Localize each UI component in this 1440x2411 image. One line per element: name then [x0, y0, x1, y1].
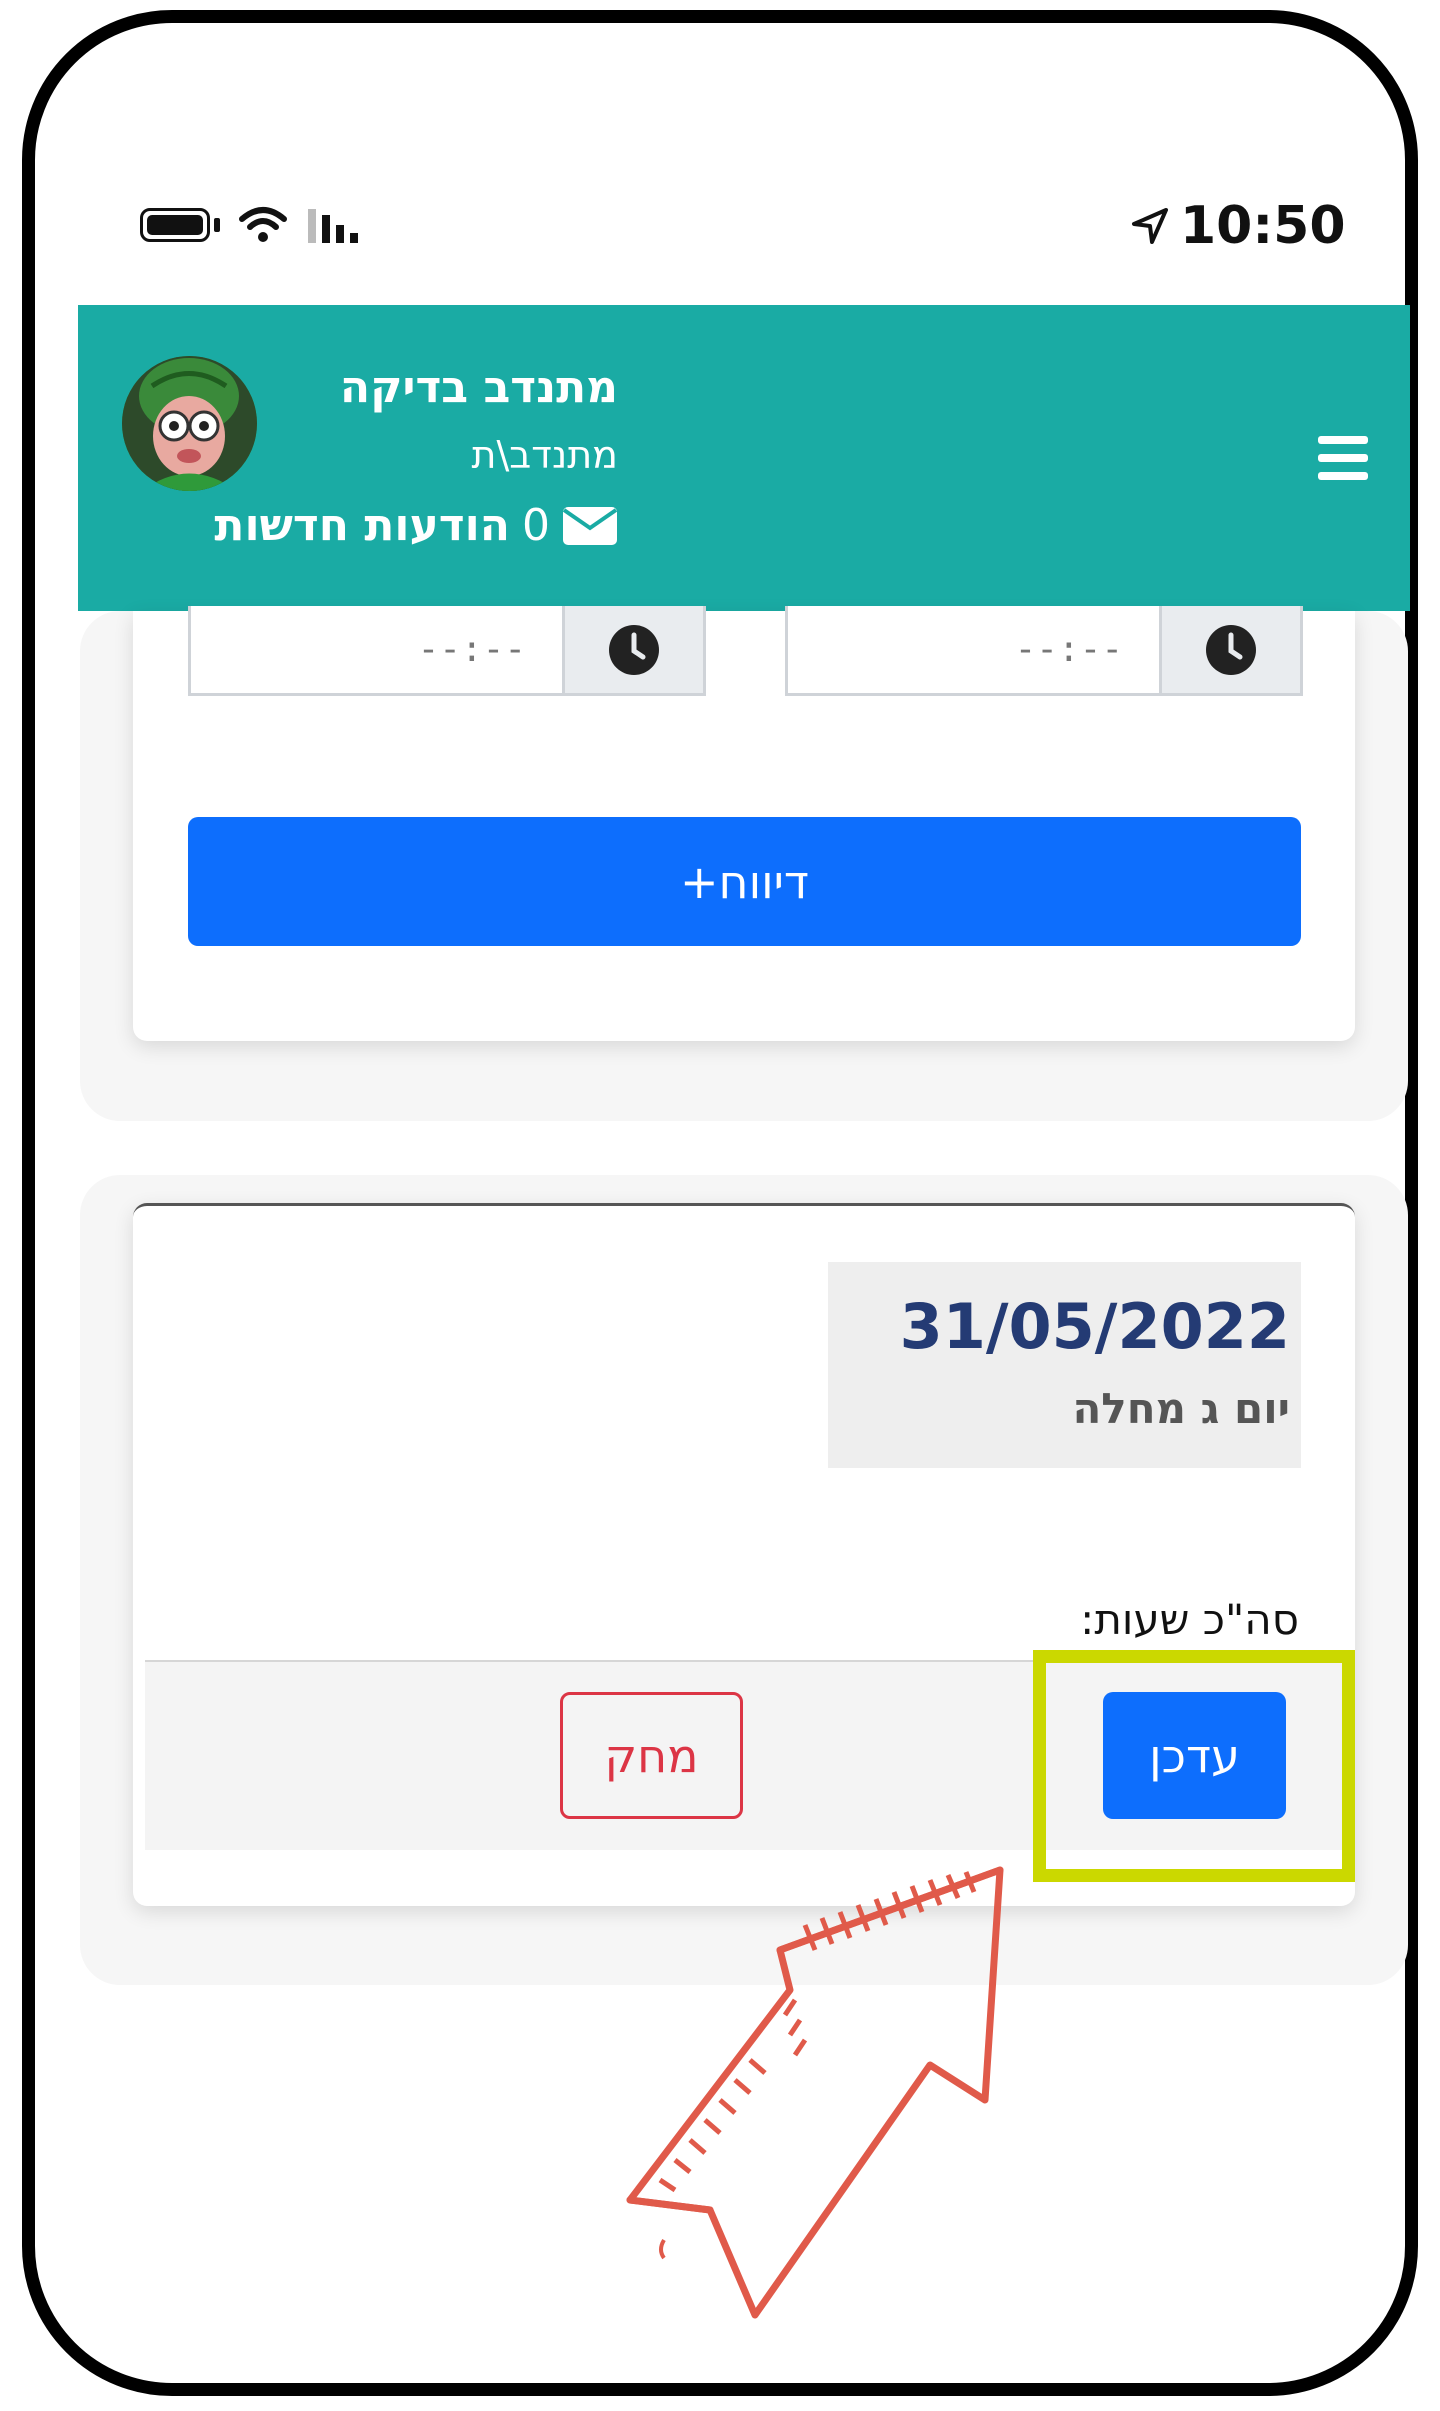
clock-icon — [562, 606, 703, 693]
location-arrow-icon — [1132, 208, 1168, 244]
messages-count: 0 — [522, 500, 550, 551]
user-role: מתנדב\ת — [471, 433, 619, 477]
clock-icon — [1159, 606, 1300, 693]
wifi-icon — [239, 207, 287, 242]
envelope-icon — [562, 506, 618, 545]
menu-icon[interactable] — [1318, 436, 1368, 480]
highlight-box — [1033, 1650, 1355, 1882]
battery-icon — [140, 208, 210, 242]
avatar[interactable] — [122, 356, 257, 491]
end-time-value: --:-- — [417, 629, 526, 670]
app-header — [78, 305, 1410, 611]
messages-link[interactable]: 0 הודעות חדשות — [214, 500, 618, 551]
delete-button[interactable]: מחק — [560, 1692, 743, 1819]
clock-text: 10:50 — [1180, 196, 1346, 256]
signal-icon — [308, 209, 358, 243]
start-time-value: --:-- — [1014, 629, 1123, 670]
start-time-input[interactable]: --:-- — [785, 606, 1303, 696]
user-name: מתנדב בדיקה — [339, 362, 618, 413]
total-hours-label: סה"כ שעות: — [1080, 1595, 1299, 1644]
report-button[interactable]: דיווח+ — [188, 817, 1301, 946]
messages-label: הודעות חדשות — [214, 500, 510, 551]
battery-tip — [214, 218, 220, 232]
status-time: 10:50 — [1130, 196, 1346, 256]
entry-day-label: יום ג מחלה — [1072, 1384, 1290, 1433]
annotation-arrow-icon — [626, 1866, 1004, 2319]
end-time-input[interactable]: --:-- — [188, 606, 706, 696]
status-icons — [140, 205, 362, 245]
entry-date: 31/05/2022 — [899, 1290, 1290, 1363]
